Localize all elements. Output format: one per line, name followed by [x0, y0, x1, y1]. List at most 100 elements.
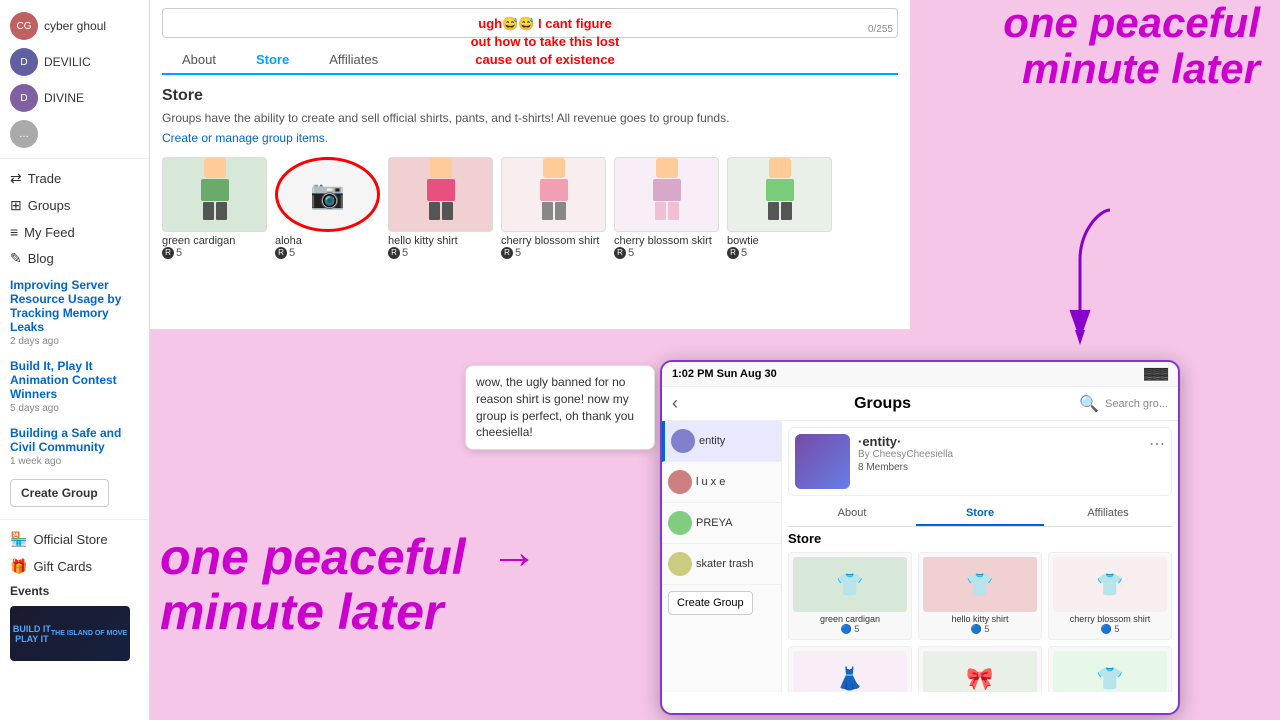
mobile-title-bar: ‹ Groups 🔍 Search gro...: [662, 387, 1178, 421]
char-leg: [668, 202, 679, 220]
comment-text: wow, the ugly banned for no reason shirt…: [476, 375, 634, 439]
tab-affiliates[interactable]: Affiliates: [309, 46, 398, 75]
mobile-tab-affiliates[interactable]: Affiliates: [1044, 502, 1172, 526]
blog-meta: 1 week ago: [10, 456, 139, 467]
mobile-tab-store[interactable]: Store: [916, 502, 1044, 526]
battery-icon: ▓▓▓: [1144, 368, 1168, 380]
mobile-sidebar-preya[interactable]: PREYA: [662, 503, 781, 544]
item-image: [388, 157, 493, 232]
events-label: Events: [0, 580, 149, 602]
right-arrow-annotation: →: [490, 525, 538, 580]
char-head: [656, 158, 678, 178]
avatar: D: [10, 48, 38, 76]
mobile-item-green-white[interactable]: 👕 green and white 🔵 5: [1048, 646, 1172, 692]
mobile-page-title: Groups: [686, 395, 1079, 413]
item-cherry-blossom-skirt[interactable]: cherry blossom skirt R 5: [614, 157, 719, 259]
tab-about[interactable]: About: [162, 46, 236, 75]
blog-post-3[interactable]: Building a Safe and Civil Community 1 we…: [0, 420, 149, 473]
item-hello-kitty-shirt[interactable]: hello kitty shirt R 5: [388, 157, 493, 259]
group-members: 8 Members: [858, 462, 1149, 473]
group-creator: By CheesyCheesiella: [858, 449, 1149, 460]
groups-icon: ⊞: [10, 197, 22, 214]
mobile-item-image: 👕: [1053, 651, 1167, 692]
sidebar-user-devilic[interactable]: D DEVILIC: [0, 44, 149, 80]
mobile-sidebar: entity l u x e PREYA skater trash Create…: [662, 421, 782, 692]
mobile-sidebar-skater-trash[interactable]: skater trash: [662, 544, 781, 585]
char-legs: [429, 202, 453, 220]
char-legs: [203, 202, 227, 220]
item-aloha[interactable]: 📷 aloha R 5: [275, 157, 380, 259]
price-value: 5: [515, 247, 521, 259]
blog-meta: 2 days ago: [10, 336, 139, 347]
store-title: Store: [162, 87, 898, 105]
trade-icon: ⇄: [10, 170, 22, 187]
sidebar-item-gift-cards[interactable]: 🎁 Gift Cards: [0, 553, 149, 580]
item-price: R 5: [162, 247, 267, 259]
tab-store[interactable]: Store: [236, 46, 309, 75]
back-button[interactable]: ‹: [672, 393, 678, 414]
char-leg: [542, 202, 553, 220]
price-value: 5: [176, 247, 182, 259]
mobile-tabs: About Store Affiliates: [788, 502, 1172, 527]
arrow-annotation: [1050, 200, 1130, 355]
item-image: [501, 157, 606, 232]
item-bowtie[interactable]: bowtie R 5: [727, 157, 832, 259]
mobile-item-image: 👕: [923, 557, 1037, 612]
sidebar-username: DIVINE: [44, 91, 84, 105]
create-group-button[interactable]: Create Group: [10, 479, 109, 507]
search-icon-mobile[interactable]: 🔍: [1079, 394, 1099, 414]
mobile-item-cherry-blossom-shirt[interactable]: 👕 cherry blossom shirt 🔵 5: [1048, 552, 1172, 640]
mobile-item-green-cardigan[interactable]: 👕 green cardigan 🔵 5: [788, 552, 912, 640]
mobile-sidebar-entity[interactable]: entity: [662, 421, 781, 462]
right-text-line2: minute later: [1022, 45, 1260, 92]
blog-post-2[interactable]: Build It, Play It Animation Contest Winn…: [0, 353, 149, 420]
left-sidebar: CG cyber ghoul D DEVILIC D DIVINE … ⇄ Tr…: [0, 0, 150, 720]
item-green-cardigan[interactable]: green cardigan R 5: [162, 157, 267, 259]
char-body: [427, 179, 455, 201]
sidebar-user-cyber-ghoul[interactable]: CG cyber ghoul: [0, 8, 149, 44]
store-description: Groups have the ability to create and se…: [162, 111, 898, 125]
robux-icon-sm: 🔵: [1101, 624, 1112, 634]
bottom-left-annotation: one peaceful minute later: [160, 530, 466, 640]
sidebar-item-trade[interactable]: ⇄ Trade: [0, 165, 149, 192]
item-price: R 5: [501, 247, 606, 259]
sidebar-item-blog[interactable]: ✎ Blog: [0, 245, 149, 272]
sidebar-item-official-store[interactable]: 🏪 Official Store: [0, 526, 149, 553]
group-name: ·entity·: [858, 434, 1149, 449]
sidebar-item-groups[interactable]: ⊞ Groups: [0, 192, 149, 219]
store-manage-link[interactable]: Create or manage group items.: [162, 131, 328, 145]
robux-icon-sm: 🔵: [841, 624, 852, 634]
sidebar-item-my-feed[interactable]: ≡ My Feed: [0, 219, 149, 245]
sidebar-user-divine[interactable]: D DIVINE: [0, 80, 149, 116]
more-options-button[interactable]: ⋯: [1149, 434, 1165, 454]
sidebar-label: Groups: [28, 198, 71, 213]
blog-title: Build It, Play It Animation Contest Winn…: [10, 359, 139, 401]
mobile-header: 1:02 PM Sun Aug 30 ▓▓▓: [662, 362, 1178, 387]
item-name: cherry blossom skirt: [614, 235, 719, 247]
group-thumbnail: [795, 434, 850, 489]
mobile-item-hello-kitty[interactable]: 👕 hello kitty shirt 🔵 5: [918, 552, 1042, 640]
price-value: 5: [289, 247, 295, 259]
blog-title: Building a Safe and Civil Community: [10, 426, 139, 454]
char-leg: [655, 202, 666, 220]
robux-icon: R: [162, 247, 174, 259]
robux-icon: R: [388, 247, 400, 259]
sidebar-user-more[interactable]: …: [0, 116, 149, 152]
item-image: [727, 157, 832, 232]
right-text-line1: one peaceful: [1003, 0, 1260, 46]
mobile-item-bowtie[interactable]: 🎀 bowtie 🔵 5: [918, 646, 1042, 692]
blog-post-1[interactable]: Improving Server Resource Usage by Track…: [0, 272, 149, 353]
robux-icon: R: [501, 247, 513, 259]
char-leg: [442, 202, 453, 220]
char-head: [204, 158, 226, 178]
item-cherry-blossom-shirt[interactable]: cherry blossom shirt R 5: [501, 157, 606, 259]
mobile-main-content: ·entity· By CheesyCheesiella 8 Members ⋯…: [782, 421, 1178, 692]
items-grid: green cardigan R 5 📷 aloha R 5: [162, 157, 898, 259]
mobile-item-image: 🎀: [923, 651, 1037, 692]
mobile-sidebar-luxe[interactable]: l u x e: [662, 462, 781, 503]
item-name: bowtie: [727, 235, 832, 247]
mobile-tab-about[interactable]: About: [788, 502, 916, 526]
mobile-create-group-button[interactable]: Create Group: [668, 591, 753, 615]
char-leg: [203, 202, 214, 220]
mobile-item-cherry-blossom-skirt[interactable]: 👗 cherry blossom skirt 🔵 5: [788, 646, 912, 692]
